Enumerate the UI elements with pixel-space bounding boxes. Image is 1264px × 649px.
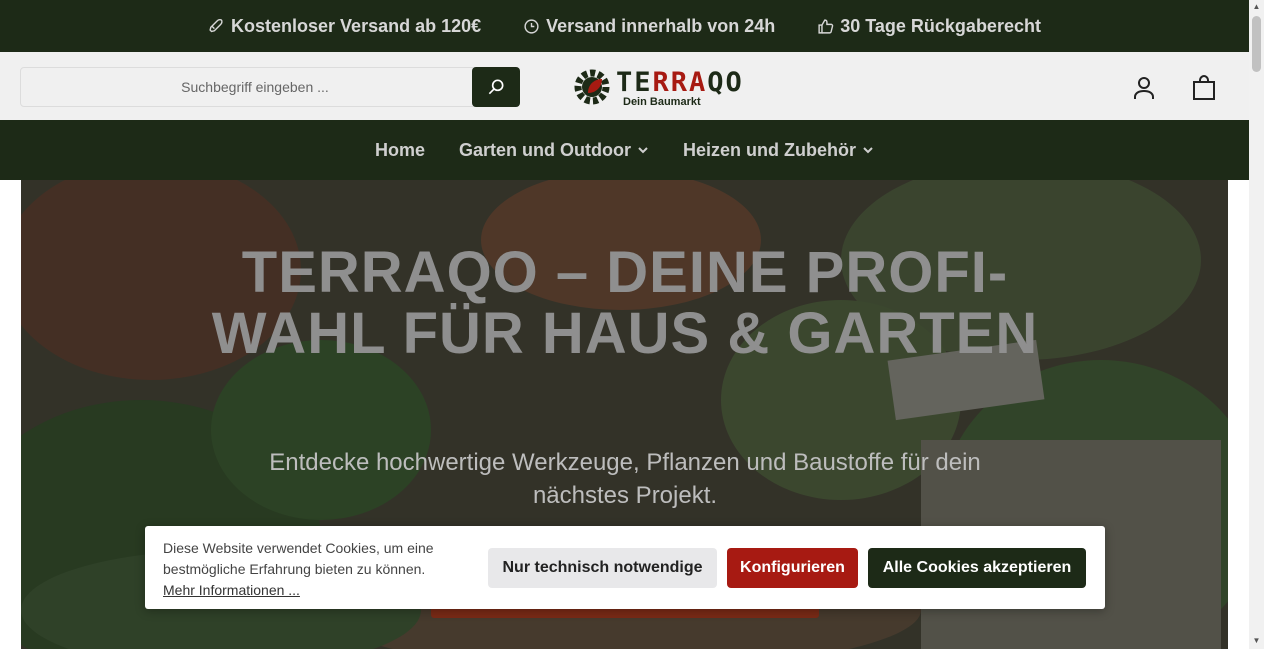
hero-title: TERRAQO – DEINE PROFI-WAHL FÜR HAUS & GA… [211,240,1039,366]
technical-only-button[interactable]: Nur technisch notwendige [488,548,717,588]
nav-item-home-label: Home [375,139,426,160]
accept-all-button[interactable]: Alle Cookies akzeptieren [868,548,1086,588]
usp-bar: Kostenloser Versand ab 120€ Versand inne… [0,0,1249,52]
cookie-text-block: Diese Website verwendet Cookies, um eine… [163,538,473,601]
account-button[interactable] [1130,74,1158,102]
nav-item-heizen-label: Heizen und Zubehör [683,139,856,160]
scrollbar[interactable]: ▲ ▼ [1249,0,1264,649]
usp-delivery-text: Versand innerhalb von 24h [546,15,776,36]
nav-item-garten-label: Garten und Outdoor [459,139,631,160]
nav-item-home[interactable]: Home [375,140,425,161]
cookie-more-info-link[interactable]: Mehr Informationen ... [163,580,473,601]
nav-item-garten[interactable]: Garten und Outdoor [459,140,649,161]
logo-brand: TERRAQO [616,67,744,98]
chevron-down-icon [638,147,648,154]
configure-button[interactable]: Konfigurieren [727,548,858,588]
logo-brand-part-1: TE [616,67,653,98]
header: TERRAQO Dein Baumarkt [0,52,1249,120]
gear-leaf-icon [574,69,610,105]
usp-return: 30 Tage Rückgaberecht [817,16,1041,37]
logo-tagline: Dein Baumarkt [623,96,701,108]
logo[interactable]: TERRAQO Dein Baumarkt [570,64,760,110]
shopping-bag-icon [1193,74,1215,100]
usp-shipping-text: Kostenloser Versand ab 120€ [231,15,482,36]
search-form [20,67,520,107]
hero-subtitle: Entdecke hochwertige Werkzeuge, Pflanzen… [269,449,981,509]
main-navigation: Home Garten und Outdoor Heizen und Zubeh… [0,120,1249,180]
thumbs-up-icon [818,18,834,34]
logo-brand-part-2: RRA [652,67,708,98]
usp-shipping: Kostenloser Versand ab 120€ [208,16,481,37]
cookie-text: Diese Website verwendet Cookies, um eine… [163,540,434,577]
cart-button[interactable] [1190,74,1218,102]
search-input[interactable] [20,67,490,107]
nav-item-heizen[interactable]: Heizen und Zubehör [683,140,874,161]
scroll-up-arrow-icon[interactable]: ▲ [1252,2,1261,12]
search-button[interactable] [472,67,520,107]
cookie-banner: Diese Website verwendet Cookies, um eine… [145,526,1105,609]
clock-icon [524,18,539,34]
logo-brand-part-3: QO [707,67,744,98]
usp-delivery: Versand innerhalb von 24h [523,16,775,37]
usp-return-text: 30 Tage Rückgaberecht [840,15,1041,36]
rocket-icon [209,18,223,32]
scroll-down-arrow-icon[interactable]: ▼ [1252,636,1261,646]
user-icon [1134,77,1154,99]
scrollbar-thumb[interactable] [1252,16,1261,72]
search-icon [488,79,504,95]
page: Kostenloser Versand ab 120€ Versand inne… [0,0,1264,649]
chevron-down-icon [863,147,873,154]
